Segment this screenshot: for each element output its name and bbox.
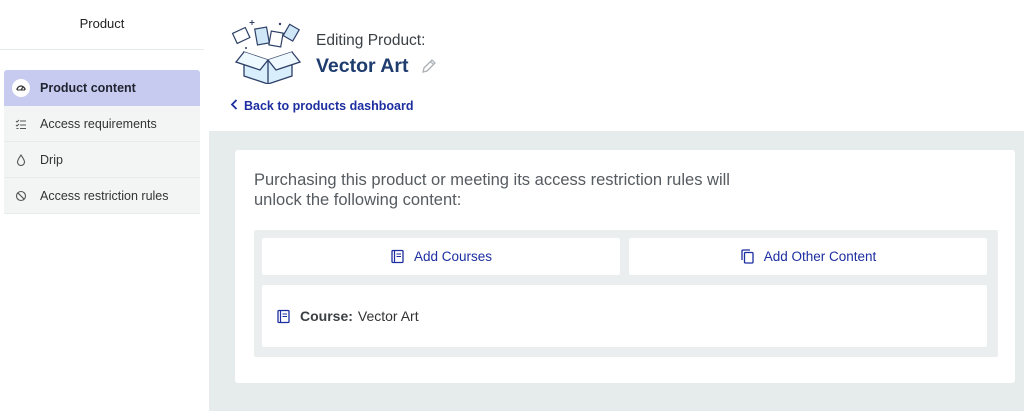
sidebar-item-access-requirements[interactable]: Access requirements — [4, 106, 200, 142]
sidebar-item-label: Product content — [40, 81, 136, 95]
editing-product-label: Editing Product: — [316, 32, 426, 49]
back-to-dashboard-link[interactable]: Back to products dashboard — [230, 99, 413, 113]
book-icon — [390, 249, 405, 264]
content-panel: Add Courses Add Other Content Course: Ve… — [254, 230, 998, 357]
copy-icon — [740, 249, 755, 264]
unlock-description: Purchasing this product or meeting its a… — [254, 171, 730, 209]
course-prefix: Course: — [300, 308, 353, 324]
product-name: Vector Art — [316, 55, 409, 77]
block-icon — [12, 187, 30, 205]
add-courses-label: Add Courses — [413, 249, 493, 264]
sidebar-item-label: Drip — [40, 152, 63, 167]
list-item: Course: Vector Art — [262, 285, 987, 347]
chevron-left-icon — [230, 99, 238, 113]
book-icon — [276, 309, 291, 324]
sidebar-item-label: Access restriction rules — [40, 188, 169, 203]
course-name: Vector Art — [357, 308, 419, 324]
checklist-icon — [12, 115, 30, 133]
sidebar-title: Product — [0, 0, 204, 50]
sidebar-item-access-restriction-rules[interactable]: Access restriction rules — [4, 178, 200, 214]
sidebar-nav: Product content Access requirements Drip… — [4, 70, 200, 214]
product-box-illustration — [230, 18, 306, 85]
add-other-label: Add Other Content — [763, 249, 877, 264]
drop-icon — [12, 151, 30, 169]
main-content-area: Purchasing this product or meeting its a… — [209, 131, 1024, 411]
back-link-label: Back to products dashboard — [244, 99, 414, 113]
add-courses-button[interactable]: Add Courses — [262, 238, 620, 275]
sidebar-item-drip[interactable]: Drip — [4, 142, 200, 178]
sidebar: Product Product content Access requireme… — [0, 0, 209, 411]
sidebar-item-label: Access requirements — [40, 116, 157, 131]
gauge-icon — [12, 79, 30, 97]
content-card: Purchasing this product or meeting its a… — [235, 150, 1015, 383]
pencil-icon[interactable] — [419, 56, 439, 76]
sidebar-item-product-content[interactable]: Product content — [4, 70, 200, 106]
add-other-content-button[interactable]: Add Other Content — [629, 238, 987, 275]
